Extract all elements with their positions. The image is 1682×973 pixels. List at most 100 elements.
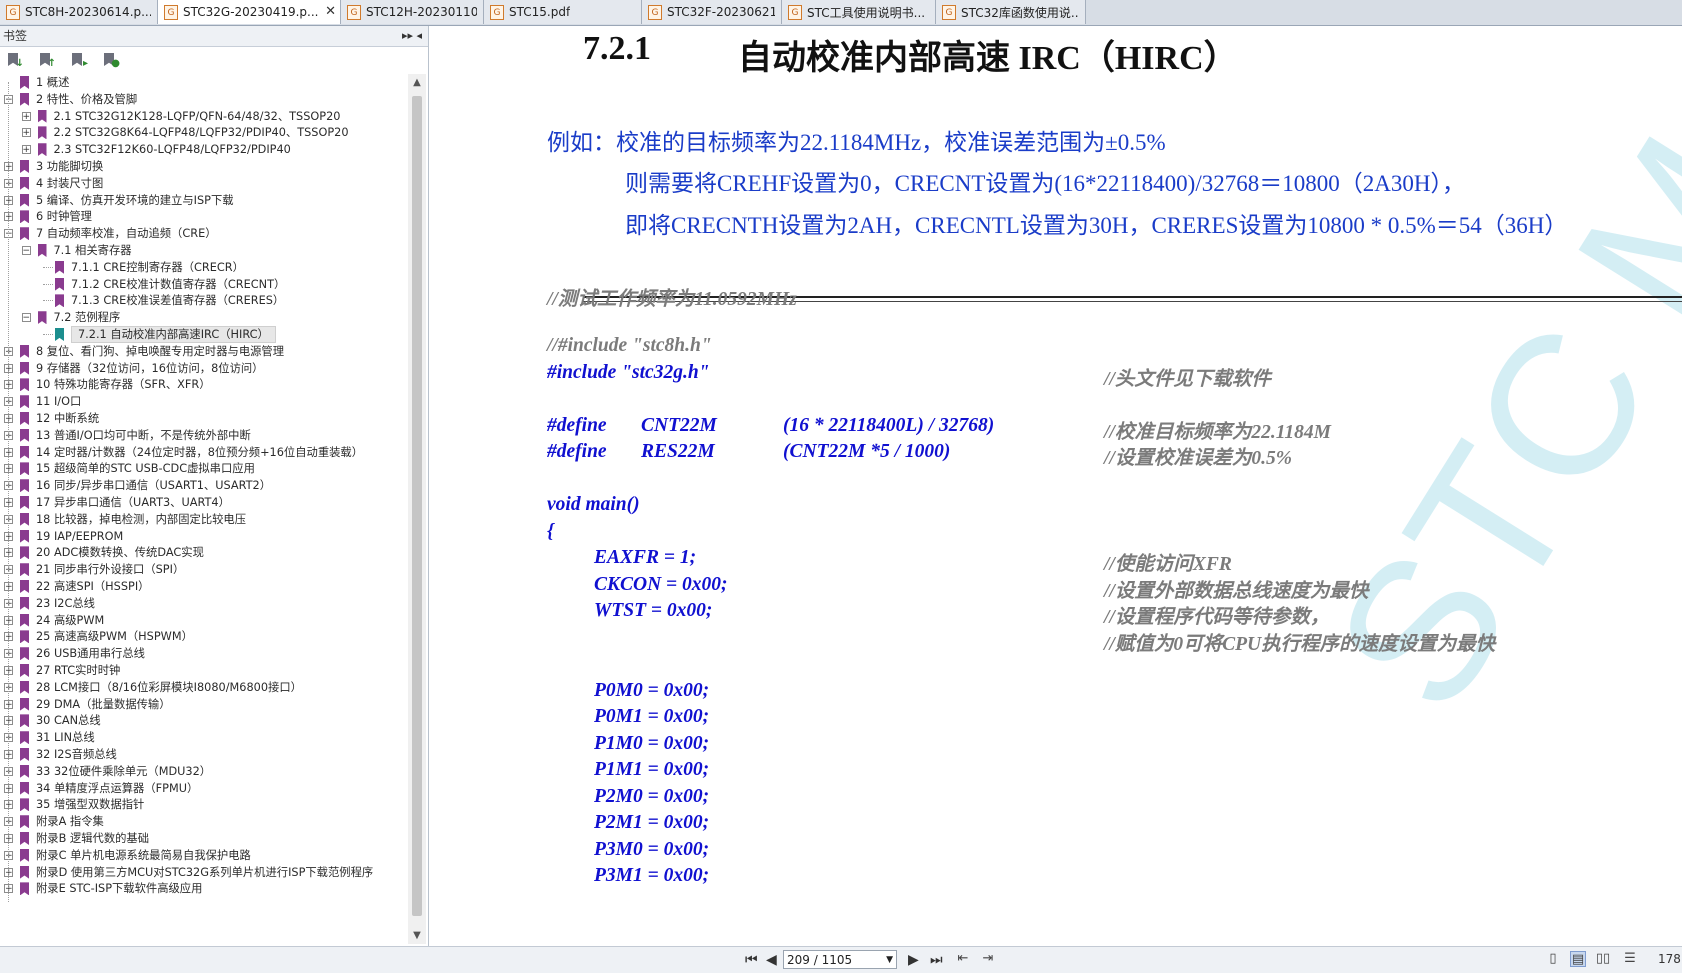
bookmark-item[interactable]: 7.1.2 CRE校准计数值寄存器（CRECNT） [0,276,405,293]
page-number-input[interactable]: 209 / 1105 ▼ [783,950,897,969]
expand-icon[interactable]: + [21,145,31,155]
bookmark-item[interactable]: − 7.2 范例程序 [0,309,405,326]
bookmark-item[interactable]: 1 概述 [0,74,405,91]
code-comment: //#include "stc8h.h" [547,335,712,356]
first-page-icon[interactable]: ⏮ [745,951,758,969]
bookmark-item[interactable]: +2.3 STC32F12K60-LQFP48/LQFP32/PDIP40 [0,141,405,158]
chevron-down-icon[interactable]: ▼ [886,951,893,970]
bookmark-item[interactable]: − 7.1 相关寄存器 [0,242,405,259]
bookmark-item[interactable]: +8 复位、看门狗、掉电唤醒专用定时器与电源管理 [0,343,405,360]
document-tab[interactable]: G STC工具使用说明书... [782,0,936,24]
document-tab[interactable]: G STC15.pdf [484,0,642,24]
bookmark-item[interactable]: +4 封装尺寸图 [0,175,405,192]
collapse-icon[interactable]: − [21,246,31,256]
bookmark-item[interactable]: + 附录E STC-ISP下载软件高级应用 [0,880,405,897]
bookmark-item[interactable]: +32 I2S音频总线 [0,746,405,763]
continuous-facing-view-icon[interactable]: ☰ [1622,951,1638,967]
bookmark-next-icon[interactable]: ▸ [70,51,88,69]
bookmark-label: 26 USB通用串行总线 [36,647,145,661]
bookmark-item[interactable]: +11 I/O口 [0,393,405,410]
bookmark-item[interactable]: +3 功能脚切换 [0,158,405,175]
bookmark-item[interactable]: +35 增强型双数据指针 [0,796,405,813]
last-page-icon[interactable]: ⏭ [930,951,943,969]
bookmark-item[interactable]: + 附录A 指令集 [0,813,405,830]
bookmark-expand-icon[interactable]: ↓ [6,51,24,69]
scroll-up-arrow[interactable]: ▲ [408,74,426,91]
collapse-icon[interactable]: − [21,313,31,323]
go-back-icon[interactable]: ⇤ [955,951,971,967]
panel-dock-buttons[interactable]: ▸▸ ◂ [402,26,422,46]
document-tab[interactable]: G STC32F-20230621-... [642,0,782,24]
bookmark-item[interactable]: +12 中断系统 [0,410,405,427]
bookmark-item[interactable]: +2.2 STC32G8K64-LQFP48/LQFP32/PDIP40、TSS… [0,124,405,141]
document-tab[interactable]: G STC8H-20230614.p... [0,0,158,24]
bookmark-item[interactable]: 7.2.1 自动校准内部高速IRC（HIRC） [0,326,405,343]
code-comment: //测试工作频率为11.0592MHz [547,289,797,310]
expand-icon[interactable]: + [21,111,31,121]
bookmark-item[interactable]: +25 高速高级PWM（HSPWM） [0,628,405,645]
bookmark-item[interactable]: +24 高级PWM [0,612,405,629]
bookmark-item[interactable]: +18 比较器，掉电检测，内部固定比较电压 [0,511,405,528]
bookmark-icon [55,294,64,308]
bookmark-item[interactable]: +15 超级简单的STC USB-CDC虚拟串口应用 [0,460,405,477]
bookmark-item[interactable]: +29 DMA（批量数据传输） [0,696,405,713]
bookmark-item[interactable]: +5 编译、仿真开发环境的建立与ISP下载 [0,192,405,209]
bookmark-item[interactable]: 7.1.1 CRE控制寄存器（CRECR） [0,259,405,276]
scroll-down-arrow[interactable]: ▼ [408,927,426,944]
bookmark-item[interactable]: +21 同步串行外设接口（SPI） [0,561,405,578]
bookmark-item[interactable]: +28 LCM接口（8/16位彩屏模块I8080/M6800接口） [0,679,405,696]
bookmark-tree-scrollbar[interactable]: ▲ ▼ [408,74,426,944]
tree-guide-line [43,266,53,268]
bookmark-item[interactable]: +22 高速SPI（HSSPI） [0,578,405,595]
bookmark-item[interactable]: +10 特殊功能寄存器（SFR、XFR） [0,376,405,393]
bookmark-find-icon[interactable]: ● [102,51,120,69]
continuous-view-icon[interactable]: ▤ [1570,951,1586,967]
bookmark-item[interactable]: +14 定时器/计数器（24位定时器，8位预分频+16位自动重装载） [0,444,405,461]
bookmark-icon [20,781,29,795]
facing-pages-view-icon[interactable]: ▯▯ [1595,951,1611,967]
bookmark-item[interactable]: 7.1.3 CRE校准误差值寄存器（CRERES） [0,292,405,309]
bookmark-label: 17 异步串口通信（UART3、UART4） [36,496,230,509]
bookmark-icon [20,176,29,190]
bookmark-item[interactable]: +23 I2C总线 [0,595,405,612]
document-tab[interactable]: G STC32库函数使用说... [936,0,1086,24]
bookmark-item[interactable]: + 附录B 逻辑代数的基础 [0,830,405,847]
bookmark-item[interactable]: −2 特性、价格及管脚 [0,91,405,108]
document-tab[interactable]: G STC32G-20230419.p... ✕ [158,0,341,24]
bookmark-item[interactable]: −7 自动频率校准，自动追频（CRE） [0,225,405,242]
bookmark-item[interactable]: +13 普通I/O口均可中断，不是传统外部中断 [0,427,405,444]
scrollbar-thumb[interactable] [412,96,422,916]
bookmark-item[interactable]: +2.1 STC32G12K128-LQFP/QFN-64/48/32、TSSO… [0,108,405,125]
bookmark-icon [20,647,29,661]
bookmark-item[interactable]: +19 IAP/EEPROM [0,528,405,545]
bookmark-item[interactable]: +9 存储器（32位访问，16位访问，8位访问） [0,360,405,377]
go-forward-icon[interactable]: ⇥ [980,951,996,967]
bookmark-label: 24 高级PWM [36,613,105,627]
code-statement: WTST = 0x00; [594,600,713,621]
zoom-level[interactable]: 178. [1658,952,1682,966]
bookmark-item[interactable]: + 附录D 使用第三方MCU对STC32G系列单片机进行ISP下载范例程序 [0,864,405,881]
bookmark-icon [20,378,29,392]
bookmark-item[interactable]: +27 RTC实时时钟 [0,662,405,679]
previous-page-icon[interactable]: ◀ [766,951,777,969]
bookmark-label: 7.2 范例程序 [53,311,121,325]
bookmark-item[interactable]: +33 32位硬件乘除单元（MDU32） [0,763,405,780]
bookmark-item[interactable]: +26 USB通用串行总线 [0,645,405,662]
bookmark-item[interactable]: +6 时钟管理 [0,208,405,225]
bookmark-item[interactable]: +31 LIN总线 [0,729,405,746]
bookmark-item[interactable]: +34 单精度浮点运算器（FPMU） [0,780,405,797]
document-tab[interactable]: G STC12H-20230110.... [341,0,484,24]
next-page-icon[interactable]: ▶ [908,951,919,969]
bookmark-item[interactable]: +20 ADC模数转换、传统DAC实现 [0,544,405,561]
bookmark-collapse-icon[interactable]: ↑ [38,51,56,69]
bookmark-label: 33 32位硬件乘除单元（MDU32） [36,764,212,778]
document-page-view[interactable]: STC MCU 7.2.1 自动校准内部高速 IRC（HIRC） 例如：校准的目… [430,26,1682,946]
close-tab-icon[interactable]: ✕ [325,4,336,19]
expand-icon[interactable]: + [21,128,31,138]
bookmark-icon [20,815,29,829]
bookmark-item[interactable]: + 附录C 单片机电源系统最简易自我保护电路 [0,847,405,864]
bookmark-item[interactable]: +16 同步/异步串口通信（USART1、USART2） [0,477,405,494]
single-page-view-icon[interactable]: ▯ [1545,951,1561,967]
bookmark-item[interactable]: +30 CAN总线 [0,712,405,729]
bookmark-item[interactable]: +17 异步串口通信（UART3、UART4） [0,494,405,511]
